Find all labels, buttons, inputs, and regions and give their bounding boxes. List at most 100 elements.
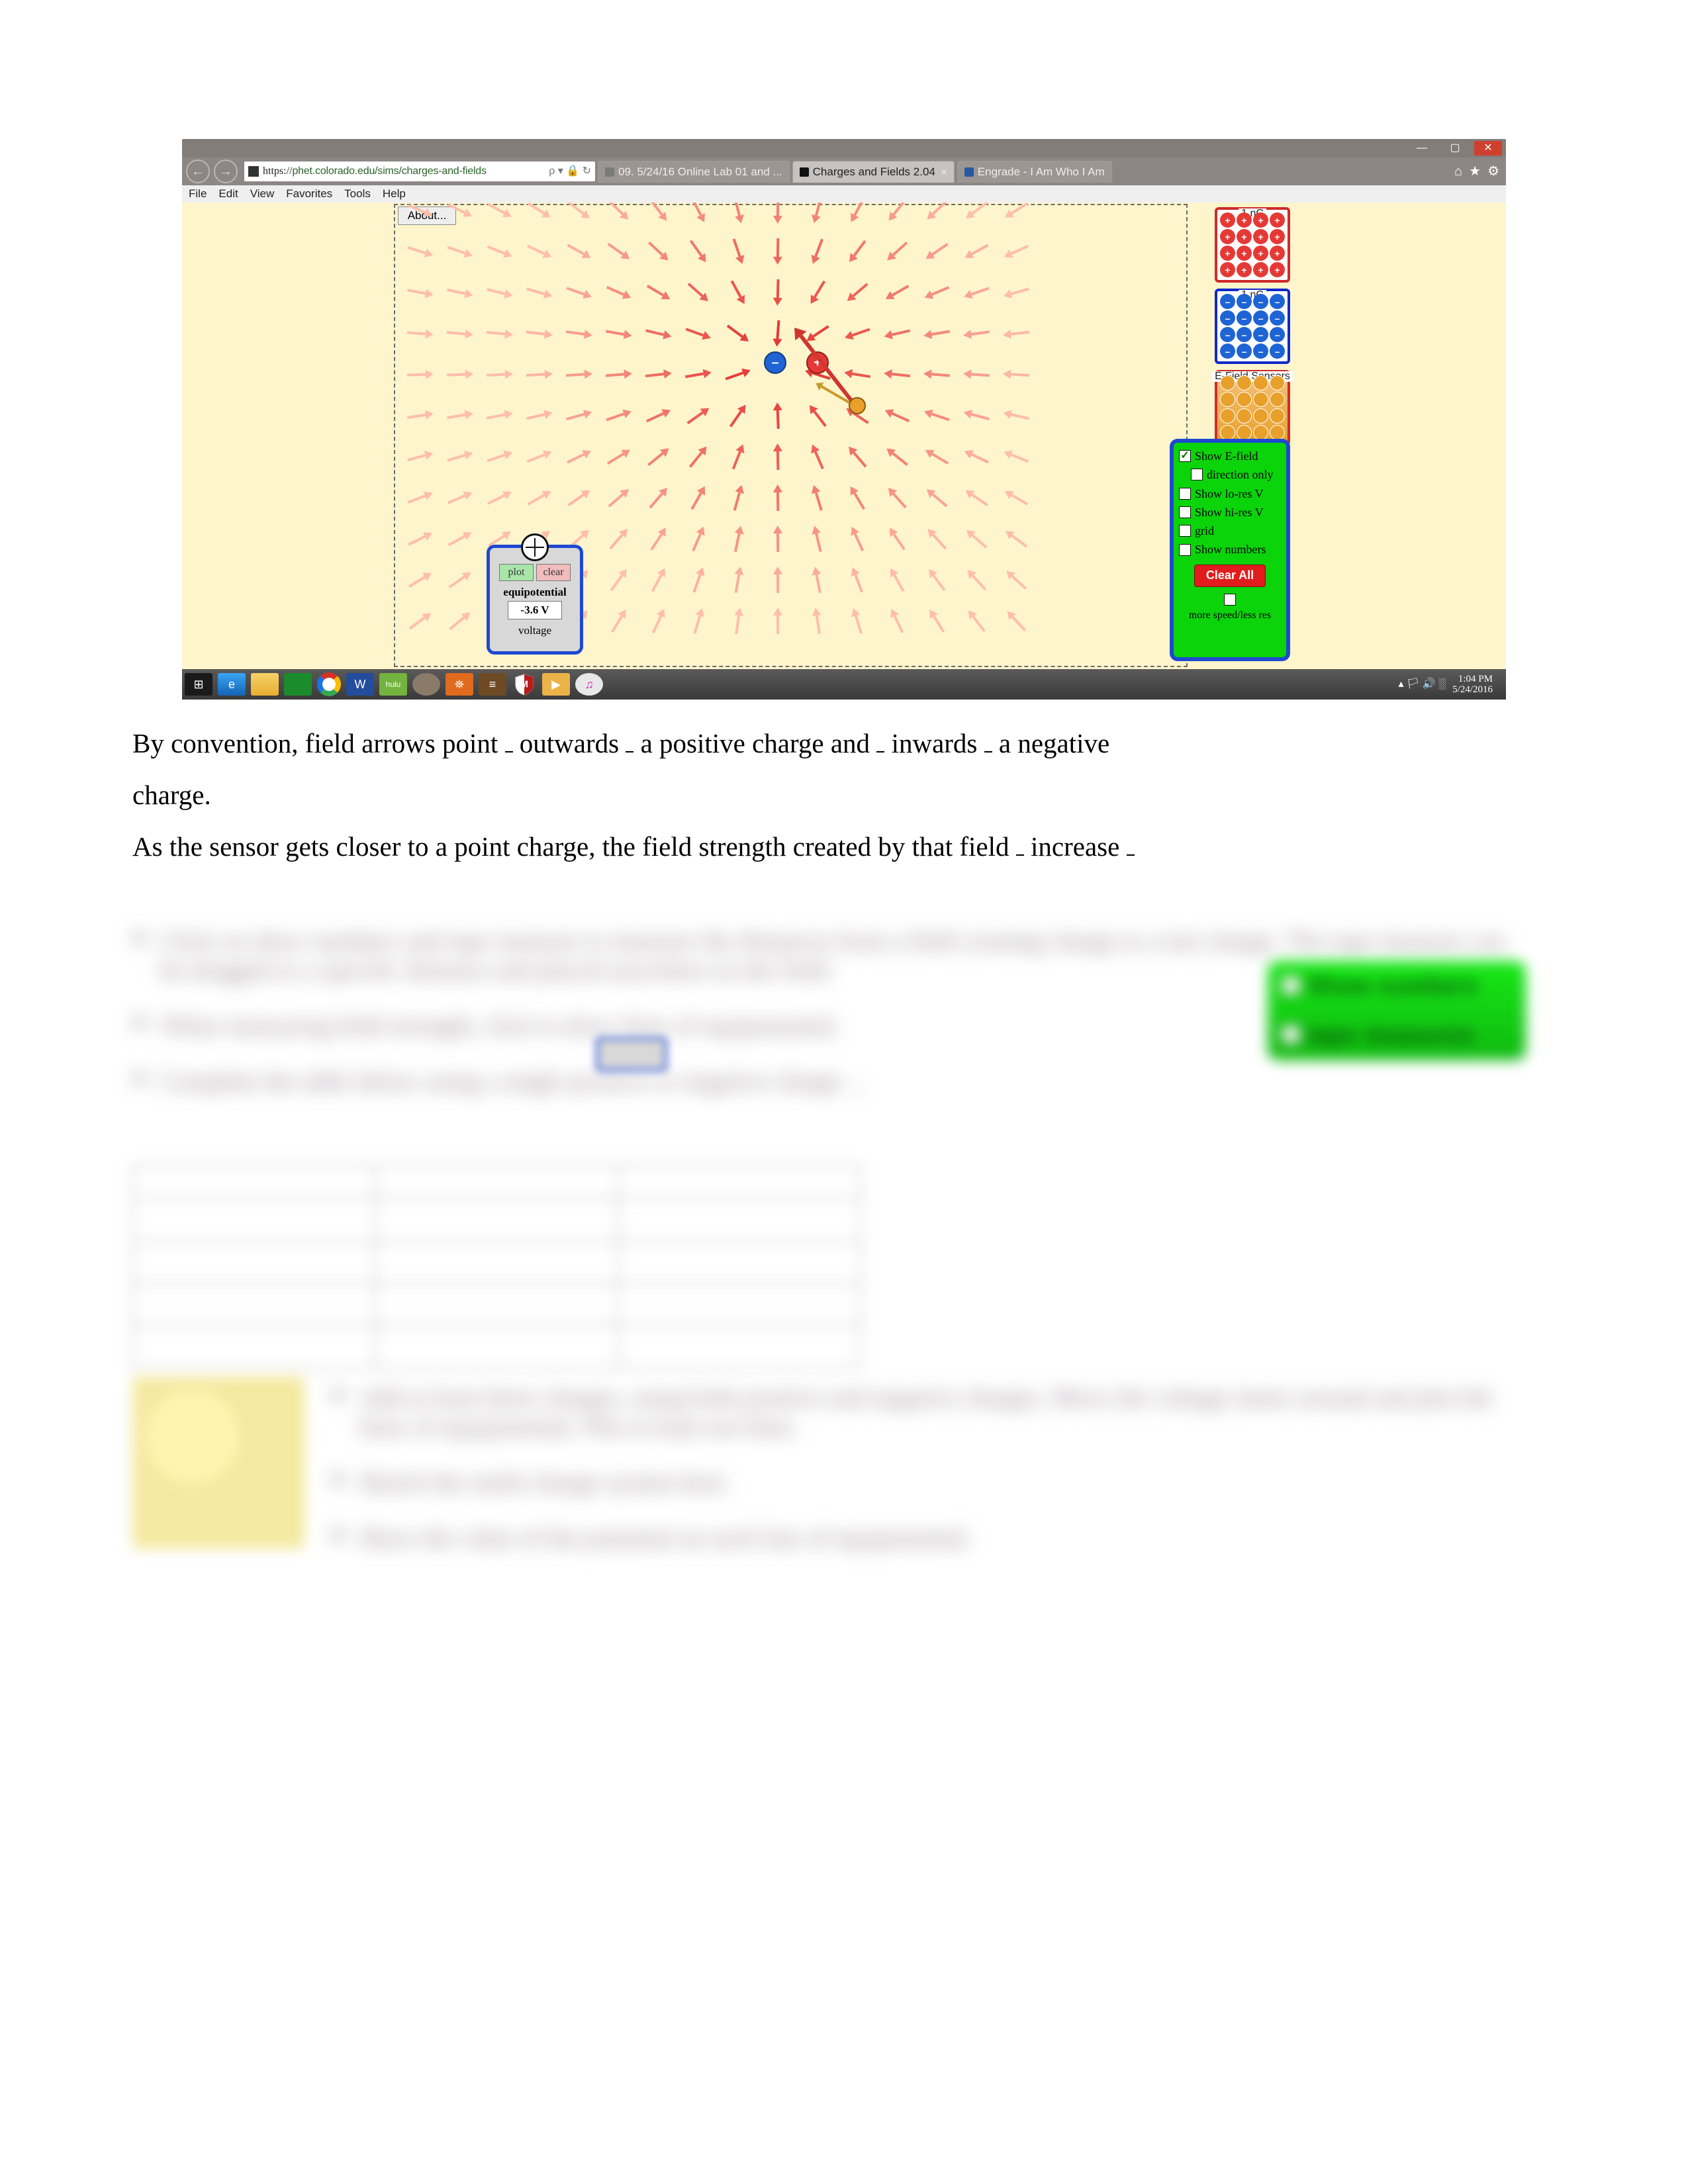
text-line2: charge. [132, 780, 211, 810]
text-line1a: By convention, field arrows point [132, 728, 505, 758]
address-right-controls[interactable]: ρ ▾ 🔒 ↻ [545, 166, 595, 177]
answer-increase: increase [1031, 831, 1119, 862]
field-arrow [407, 369, 434, 379]
back-button[interactable]: ← [186, 159, 210, 183]
blurred-table [132, 1165, 861, 1369]
picture-icon[interactable] [412, 673, 440, 696]
blurred-text: Add at least three charges, using both p… [359, 1383, 1523, 1441]
options-panel: Show E-field direction only Show lo-res … [1170, 439, 1290, 661]
charge-source-positive[interactable]: 1 nC ++++++++++++++++ [1215, 207, 1290, 283]
menu-edit[interactable]: Edit [218, 185, 238, 203]
file-explorer-icon[interactable] [251, 673, 279, 696]
menu-favorites[interactable]: Favorites [286, 185, 332, 203]
start-button-icon[interactable]: ⊞ [185, 673, 212, 696]
taskbar-clock[interactable]: 1:04 PM 5/24/2016 [1452, 674, 1493, 696]
equipotential-label: equipotential [490, 585, 580, 600]
tab-favicon-icon [605, 167, 614, 177]
window-minimize-button[interactable]: — [1408, 141, 1436, 156]
checkbox-direction-only[interactable] [1191, 469, 1203, 480]
clear-all-button[interactable]: Clear All [1194, 565, 1266, 587]
browser-header: ← → https:// phet.colorado.edu/sims/char… [182, 158, 1506, 185]
blank-pre-inwards [876, 751, 884, 752]
blurred-sketch-image [132, 1377, 305, 1549]
tab-charges-and-fields[interactable]: Charges and Fields 2.04 × [792, 161, 955, 183]
ie-icon[interactable]: e [218, 673, 246, 696]
tab-close-icon[interactable]: × [941, 166, 947, 177]
tab-favicon-icon [964, 167, 974, 177]
charge-source-negative[interactable]: 1 nC –––––––––––––––– [1215, 289, 1290, 364]
document-text-block: By convention, field arrows point outwar… [132, 718, 1523, 873]
text-line1b: a positive charge and [641, 728, 877, 758]
systray-icons[interactable]: ▴ 🏳 🔊 ░ [1399, 679, 1446, 690]
option-label: grid [1195, 523, 1214, 539]
blurred-text: When measuring field strength, click to … [161, 1011, 841, 1040]
mcafee-shield-icon[interactable]: M [512, 672, 537, 697]
field-arrow [773, 402, 782, 429]
url-text: phet.colorado.edu/sims/charges-and-field… [292, 166, 545, 177]
placed-negative-charge[interactable]: – [764, 351, 786, 374]
checkbox-more-speed[interactable] [1224, 594, 1236, 606]
voltage-value: -3.6 V [508, 601, 562, 619]
charge-source-sensors[interactable]: E-Field Sensors [1215, 370, 1290, 445]
launcher-icon[interactable]: ⛯ [445, 673, 473, 696]
option-label: Show numbers [1195, 541, 1266, 557]
home-icon[interactable]: ⌂ [1454, 158, 1462, 185]
store-icon[interactable] [284, 673, 312, 696]
checkbox-show-e-field[interactable] [1179, 450, 1191, 462]
blurred-plot-button [596, 1037, 667, 1071]
forward-button[interactable]: → [214, 159, 238, 183]
app-icon-yellow[interactable]: ▶ [542, 673, 570, 696]
option-label: Show lo-res V [1195, 486, 1264, 502]
e-field-sensor[interactable] [849, 397, 866, 414]
checkbox-grid[interactable] [1179, 525, 1191, 537]
field-arrow [773, 484, 783, 511]
address-bar[interactable]: https:// phet.colorado.edu/sims/charges-… [244, 161, 595, 181]
app-icon-brown[interactable]: ≡ [479, 673, 506, 696]
voltage-tool[interactable]: plot clear equipotential -3.6 V voltage [487, 545, 583, 655]
voltage-crosshair-icon[interactable] [521, 533, 549, 561]
blurred-preview-bottom: ●Add at least three charges, using both … [331, 1363, 1523, 1572]
svg-text:M: M [520, 680, 528, 690]
field-arrow [773, 320, 784, 347]
field-arrow [447, 369, 474, 380]
tab-label: Engrade - I Am Who I Am [978, 166, 1105, 177]
clock-date: 5/24/2016 [1452, 684, 1493, 696]
checkbox-show-numbers[interactable] [1179, 544, 1191, 556]
menu-view[interactable]: View [250, 185, 275, 203]
site-favicon-icon [248, 166, 259, 177]
blank-pre-increase [1016, 854, 1024, 856]
tab-engrade[interactable]: Engrade - I Am Who I Am [957, 161, 1112, 183]
menu-tools[interactable]: Tools [344, 185, 371, 203]
field-arrow [773, 608, 782, 634]
checkbox-show-hi-res-v[interactable] [1179, 506, 1191, 518]
window-close-button[interactable]: ✕ [1474, 141, 1502, 156]
screenshot-container: — ▢ ✕ ← → https:// phet.colorado.edu/sim… [182, 139, 1506, 700]
gear-icon[interactable]: ⚙ [1487, 158, 1499, 185]
window-maximize-button[interactable]: ▢ [1441, 141, 1469, 156]
field-arrow [526, 369, 553, 380]
chrome-icon[interactable] [317, 672, 341, 696]
checkbox-show-lo-res-v[interactable] [1179, 488, 1191, 500]
field-arrow [773, 279, 782, 306]
menu-help[interactable]: Help [383, 185, 406, 203]
more-speed-label: more speed/less res [1189, 610, 1271, 621]
menu-file[interactable]: File [189, 185, 207, 203]
simulation-area[interactable]: About... + – 1 nC ++++++++++++++++ 1 nC … [182, 203, 1506, 669]
word-icon[interactable]: W [346, 673, 374, 696]
system-tray[interactable]: ▴ 🏳 🔊 ░ 1:04 PM 5/24/2016 [1399, 674, 1499, 696]
blank-post-inwards [984, 751, 992, 752]
option-label: Show E-field [1195, 448, 1258, 464]
tab-online-lab[interactable]: 09. 5/24/16 Online Lab 01 and ... [598, 161, 790, 183]
itunes-icon[interactable]: ♫ [575, 673, 603, 696]
voltage-plot-button[interactable]: plot [499, 564, 534, 581]
blank-post-outwards [626, 751, 633, 752]
field-arrow [963, 369, 990, 381]
blurred-text: Show the value of the potential on each … [359, 1524, 972, 1553]
blurred-green-options: Show numbers tape measures [1268, 961, 1526, 1060]
voltage-clear-button[interactable]: clear [536, 564, 571, 581]
star-icon[interactable]: ★ [1469, 158, 1481, 185]
field-arrow [407, 328, 434, 339]
window-titlebar: — ▢ ✕ [182, 139, 1506, 158]
browser-system-icons[interactable]: ⌂ ★ ⚙ [1454, 158, 1499, 185]
hulu-icon[interactable]: hulu [379, 673, 407, 696]
